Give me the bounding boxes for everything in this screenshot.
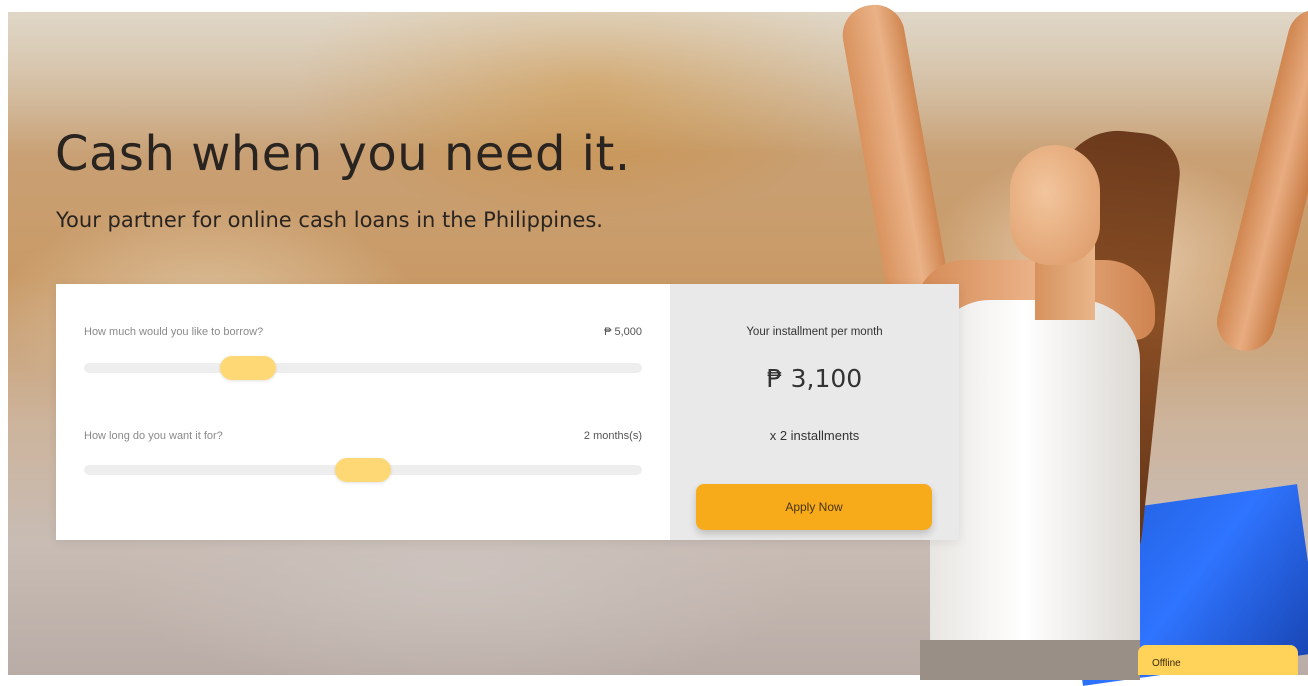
calculator-inputs: How much would you like to borrow? ₱ 5,0… bbox=[56, 284, 670, 540]
skirt bbox=[920, 640, 1140, 680]
duration-slider-track[interactable] bbox=[84, 458, 642, 482]
apply-now-button[interactable]: Apply Now bbox=[696, 484, 932, 530]
amount-slider-thumb[interactable] bbox=[219, 356, 276, 380]
installment-count: x 2 installments bbox=[769, 428, 860, 443]
hero-subtitle: Your partner for online cash loans in th… bbox=[56, 208, 603, 232]
amount-value: ₱ 5,000 bbox=[604, 326, 642, 338]
installment-amount: ₱ 3,100 bbox=[766, 364, 863, 393]
duration-value: 2 months(s) bbox=[583, 430, 642, 442]
installment-label: Your installment per month bbox=[746, 326, 883, 338]
chat-status-tab[interactable]: Offline bbox=[1138, 645, 1298, 675]
duration-slider-thumb[interactable] bbox=[335, 458, 391, 482]
duration-label: How long do you want it for? bbox=[84, 430, 223, 442]
white-tank-top bbox=[930, 300, 1140, 663]
face bbox=[1010, 145, 1100, 265]
amount-label: How much would you like to borrow? bbox=[84, 326, 264, 338]
amount-slider-track[interactable] bbox=[84, 356, 642, 380]
loan-calculator: How much would you like to borrow? ₱ 5,0… bbox=[56, 284, 959, 540]
hero-title: Cash when you need it. bbox=[55, 126, 631, 182]
installment-summary: Your installment per month ₱ 3,100 x 2 i… bbox=[670, 284, 959, 540]
